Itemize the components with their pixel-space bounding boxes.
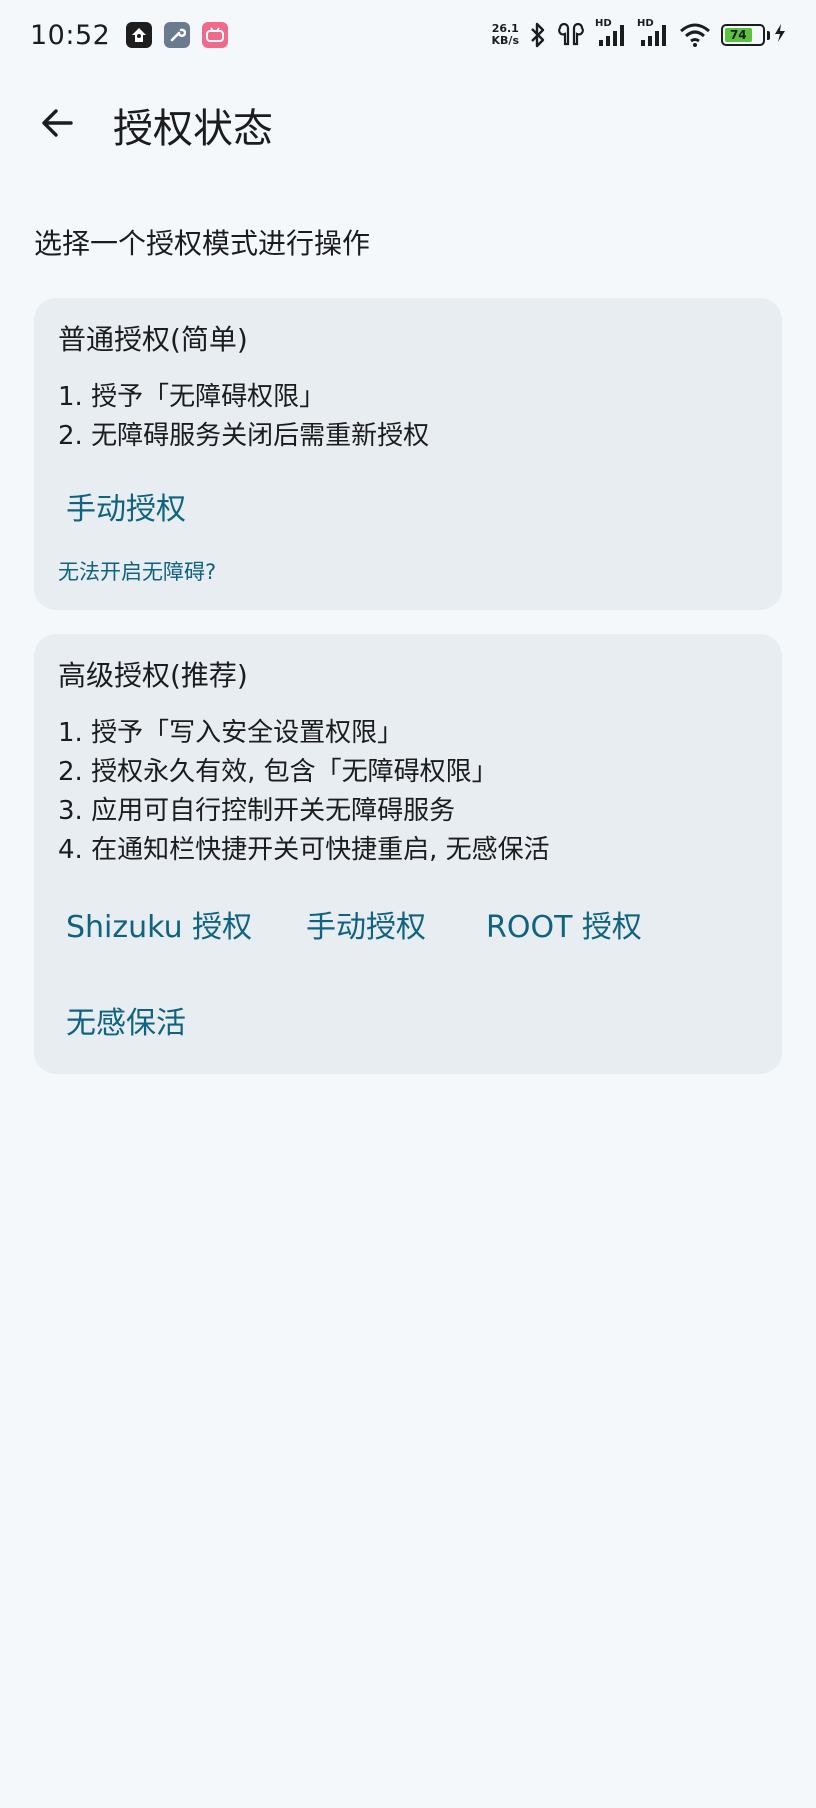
signal-icon: HD xyxy=(637,18,669,48)
card-line: 2. 授权永久有效, 包含「无障碍权限」 xyxy=(58,757,498,787)
signal-1-label: HD xyxy=(595,18,612,29)
basic-auth-card: 普通授权(简单) 1. 授予「无障碍权限」 2. 无障碍服务关闭后需重新授权 手… xyxy=(34,298,782,610)
status-right: 26.1 KB/s HD HD 74 xyxy=(492,18,786,48)
battery-level: 74 xyxy=(725,28,752,42)
clock: 10:52 xyxy=(30,19,111,51)
silent-keepalive-button[interactable]: 无感保活 xyxy=(66,998,186,1042)
manual-auth-button[interactable]: 手动授权 xyxy=(306,902,426,946)
earbuds-icon xyxy=(557,22,585,48)
accessibility-help-link[interactable]: 无法开启无障碍? xyxy=(58,556,216,586)
card-title: 普通授权(简单) xyxy=(58,323,248,356)
battery-body: 74 xyxy=(721,24,765,46)
battery-tip xyxy=(767,30,770,40)
charging-bolt-icon xyxy=(774,23,786,47)
card-line: 1. 授予「写入安全设置权限」 xyxy=(58,718,404,748)
card-description: 1. 授予「写入安全设置权限」 2. 授权永久有效, 包含「无障碍权限」 3. … xyxy=(58,714,550,870)
manual-auth-button[interactable]: 手动授权 xyxy=(66,484,186,528)
shizuku-auth-button[interactable]: Shizuku 授权 xyxy=(66,902,252,946)
page-subtitle: 选择一个授权模式进行操作 xyxy=(34,227,371,260)
wifi-icon xyxy=(679,22,711,48)
app-dark-icon xyxy=(126,22,153,48)
gesture-nav-area xyxy=(0,1768,816,1808)
status-bar: 10:52 26.1 KB/s HD HD 74 xyxy=(0,0,816,70)
battery-icon: 74 xyxy=(721,23,786,47)
card-title: 高级授权(推荐) xyxy=(58,659,248,692)
back-button[interactable] xyxy=(27,95,87,155)
page-title: 授权状态 xyxy=(113,106,273,152)
status-left: 10:52 xyxy=(30,19,229,51)
wrench-icon xyxy=(164,22,191,48)
card-description: 1. 授予「无障碍权限」 2. 无障碍服务关闭后需重新授权 xyxy=(58,378,429,456)
arrow-back-icon xyxy=(39,105,75,145)
net-speed-unit: KB/s xyxy=(491,34,519,47)
card-line: 3. 应用可自行控制开关无障碍服务 xyxy=(58,796,456,826)
card-line: 4. 在通知栏快捷开关可快捷重启, 无感保活 xyxy=(58,835,550,865)
bilibili-icon xyxy=(202,22,229,48)
network-speed: 26.1 KB/s xyxy=(492,23,519,47)
bluetooth-icon xyxy=(529,22,547,48)
app-bar: 授权状态 xyxy=(0,80,816,170)
advanced-auth-card: 高级授权(推荐) 1. 授予「写入安全设置权限」 2. 授权永久有效, 包含「无… xyxy=(34,634,782,1074)
signal-2-label: HD xyxy=(637,18,654,29)
card-line: 2. 无障碍服务关闭后需重新授权 xyxy=(58,421,430,451)
root-auth-button[interactable]: ROOT 授权 xyxy=(486,902,642,946)
signal-icon: HD xyxy=(595,18,627,48)
card-line: 1. 授予「无障碍权限」 xyxy=(58,382,326,412)
